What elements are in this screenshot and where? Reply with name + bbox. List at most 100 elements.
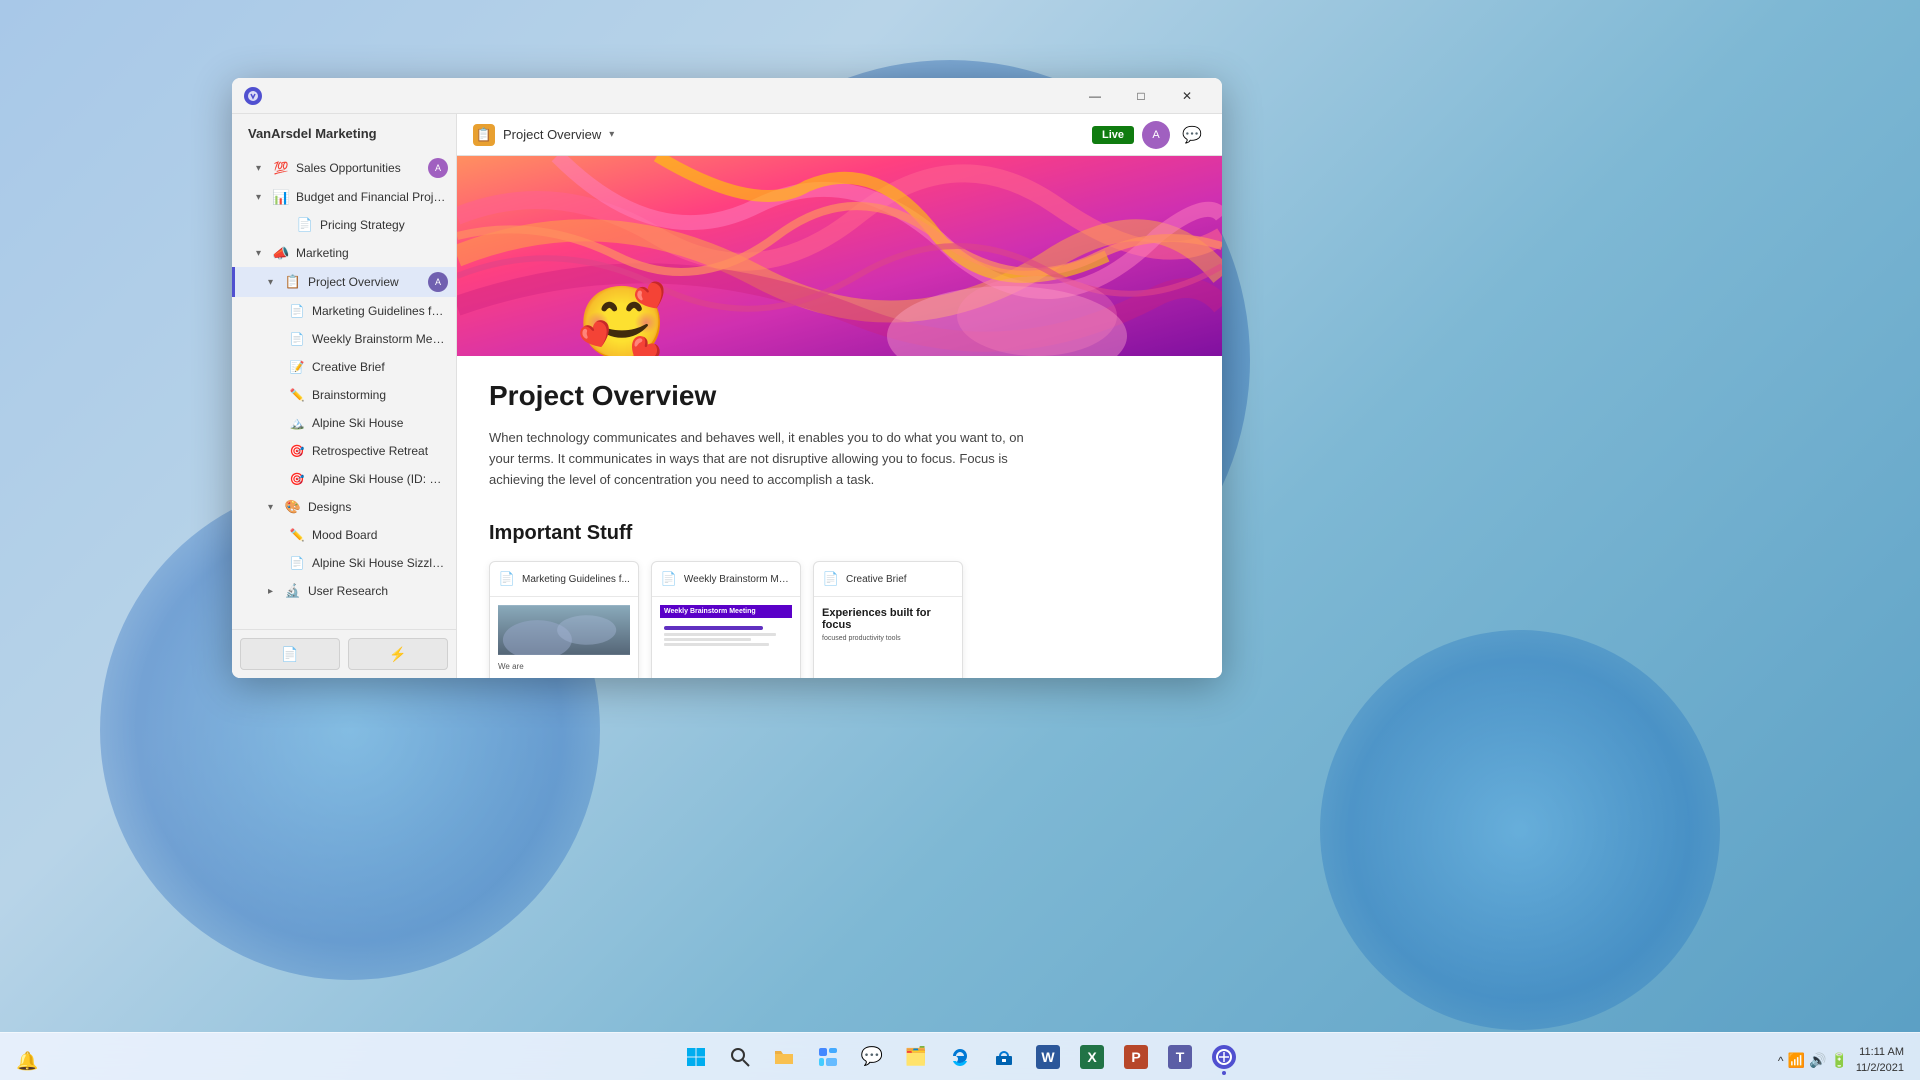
hero-emoji: 🥰 [577, 281, 667, 356]
card-preview: Weekly Brainstorm Meeting [652, 597, 800, 678]
sidebar-item-label: User Research [308, 584, 448, 598]
card-title: Creative Brief [846, 574, 907, 585]
preview-title: Experiences built for focus [822, 607, 954, 631]
sidebar-item-label: Marketing Guidelines for V... [312, 304, 448, 318]
system-tray: ^ 📶 🔊 🔋 11:11 AM 11/2/2021 [1778, 1045, 1904, 1076]
chevron-icon: ▾ [256, 163, 268, 174]
sidebar-title: VanArsdel Marketing [232, 114, 456, 153]
sidebar-item-label: Budget and Financial Projection [296, 190, 448, 204]
tray-clock[interactable]: 11:11 AM 11/2/2021 [1856, 1045, 1904, 1076]
chevron-icon: ▾ [256, 192, 268, 203]
content-header-chevron-icon: ▾ [609, 129, 614, 140]
sidebar-item-alpine-id[interactable]: 🎯 Alpine Ski House (ID: 487... [232, 465, 456, 493]
close-button[interactable]: ✕ [1164, 78, 1210, 114]
taskbar-teams-button[interactable]: T [1160, 1037, 1200, 1077]
budget-icon: 📊 [272, 188, 290, 206]
designs-icon: 🎨 [284, 498, 302, 516]
content-text-area: Project Overview When technology communi… [457, 356, 1222, 678]
window-controls: — □ ✕ [1072, 78, 1210, 114]
card-weekly-brainstorm[interactable]: 📄 Weekly Brainstorm Me... Weekly Brainst… [651, 561, 801, 678]
doc-icon: 📄 [288, 302, 306, 320]
taskbar-explorer-button[interactable] [764, 1037, 804, 1077]
preview-text: We are [498, 661, 630, 672]
content-body: 🥰 Project Overview When technology commu… [457, 156, 1222, 678]
volume-icon: 🔊 [1809, 1052, 1826, 1069]
chevron-up-icon[interactable]: ^ [1778, 1054, 1784, 1068]
doc-icon: ✏️ [288, 526, 306, 544]
sidebar-item-marketing[interactable]: ▾ 📣 Marketing [232, 239, 456, 267]
content-header-icon: 📋 [473, 124, 495, 146]
comment-button[interactable]: 💬 [1178, 121, 1206, 149]
project-icon: 📋 [284, 273, 302, 291]
taskbar-folders-button[interactable]: 🗂️ [896, 1037, 936, 1077]
taskbar-widgets-button[interactable] [808, 1037, 848, 1077]
sidebar-item-label: Creative Brief [312, 360, 448, 374]
sidebar-item-user-research[interactable]: ▸ 🔬 User Research [232, 577, 456, 605]
sidebar-item-weekly[interactable]: 📄 Weekly Brainstorm Meeting [232, 325, 456, 353]
hero-banner: 🥰 [457, 156, 1222, 356]
sidebar-item-retrospective[interactable]: 🎯 Retrospective Retreat [232, 437, 456, 465]
taskbar-store-button[interactable] [984, 1037, 1024, 1077]
loop-icon [1212, 1045, 1236, 1069]
pages-button[interactable]: 📄 [240, 638, 340, 670]
excel-icon: X [1080, 1045, 1104, 1069]
taskbar-start-button[interactable] [676, 1037, 716, 1077]
sidebar-item-pricing[interactable]: ▾ 📄 Pricing Strategy [232, 211, 456, 239]
doc-icon: 🏔️ [288, 414, 306, 432]
sidebar-item-brainstorming[interactable]: ✏️ Brainstorming [232, 381, 456, 409]
minimize-button[interactable]: — [1072, 78, 1118, 114]
title-bar: — □ ✕ [232, 78, 1222, 114]
card-title: Weekly Brainstorm Me... [684, 574, 792, 585]
taskbar-excel-button[interactable]: X [1072, 1037, 1112, 1077]
sales-icon: 💯 [272, 159, 290, 177]
activity-button[interactable]: ⚡ [348, 638, 448, 670]
app-window: — □ ✕ VanArsdel Marketing ▾ 💯 Sales Oppo… [232, 78, 1222, 678]
background-blob-3 [1320, 630, 1720, 1030]
sidebar-item-mg[interactable]: 📄 Marketing Guidelines for V... [232, 297, 456, 325]
notification-button[interactable]: 🔔 [16, 1051, 38, 1072]
taskbar-center: 💬 🗂️ W X P [676, 1037, 1244, 1077]
sidebar-item-alpine[interactable]: 🏔️ Alpine Ski House [232, 409, 456, 437]
sidebar-item-label: Project Overview [308, 275, 428, 289]
card-icon: 📄 [660, 570, 678, 588]
marketing-icon: 📣 [272, 244, 290, 262]
card-icon: 📄 [498, 570, 516, 588]
taskbar-loop-button[interactable] [1204, 1037, 1244, 1077]
taskbar-edge-button[interactable] [940, 1037, 980, 1077]
card-marketing-guidelines[interactable]: 📄 Marketing Guidelines f... [489, 561, 639, 678]
sidebar-item-sales[interactable]: ▾ 💯 Sales Opportunities A [232, 153, 456, 183]
sidebar-item-designs[interactable]: ▾ 🎨 Designs [232, 493, 456, 521]
sidebar-item-label: Alpine Ski House [312, 416, 448, 430]
taskbar-word-button[interactable]: W [1028, 1037, 1068, 1077]
preview-header: Weekly Brainstorm Meeting [660, 605, 792, 618]
taskbar-search-button[interactable] [720, 1037, 760, 1077]
sidebar-item-project-overview[interactable]: ▾ 📋 Project Overview A [232, 267, 456, 297]
sidebar-item-sizzle[interactable]: 📄 Alpine Ski House Sizzle Re... [232, 549, 456, 577]
main-area: VanArsdel Marketing ▾ 💯 Sales Opportunit… [232, 114, 1222, 678]
sidebar-item-label: Weekly Brainstorm Meeting [312, 332, 448, 346]
sidebar-item-label: Marketing [296, 246, 448, 260]
taskbar-chat-button[interactable]: 💬 [852, 1037, 892, 1077]
sidebar-item-label: Alpine Ski House Sizzle Re... [312, 556, 448, 570]
content-header: 📋 Project Overview ▾ Live A 💬 [457, 114, 1222, 156]
sidebar-item-mood[interactable]: ✏️ Mood Board [232, 521, 456, 549]
sidebar-item-label: Pricing Strategy [320, 218, 448, 232]
page-description: When technology communicates and behaves… [489, 428, 1029, 490]
avatar: A [428, 158, 448, 178]
battery-icon: 🔋 [1830, 1052, 1847, 1069]
doc-icon: 📝 [288, 358, 306, 376]
content-panel: 📋 Project Overview ▾ Live A 💬 [457, 114, 1222, 678]
chevron-icon: ▾ [268, 502, 280, 513]
preview-image [498, 605, 630, 655]
powerpoint-icon: P [1124, 1045, 1148, 1069]
maximize-button[interactable]: □ [1118, 78, 1164, 114]
card-header: 📄 Creative Brief [814, 562, 962, 597]
sidebar-item-budget[interactable]: ▾ 📊 Budget and Financial Projection [232, 183, 456, 211]
card-header: 📄 Weekly Brainstorm Me... [652, 562, 800, 597]
card-icon: 📄 [822, 570, 840, 588]
taskbar-powerpoint-button[interactable]: P [1116, 1037, 1156, 1077]
card-creative-brief[interactable]: 📄 Creative Brief Experiences built for f… [813, 561, 963, 678]
sidebar-item-creative[interactable]: 📝 Creative Brief [232, 353, 456, 381]
live-badge[interactable]: Live [1092, 126, 1134, 144]
chevron-icon: ▾ [268, 277, 280, 288]
